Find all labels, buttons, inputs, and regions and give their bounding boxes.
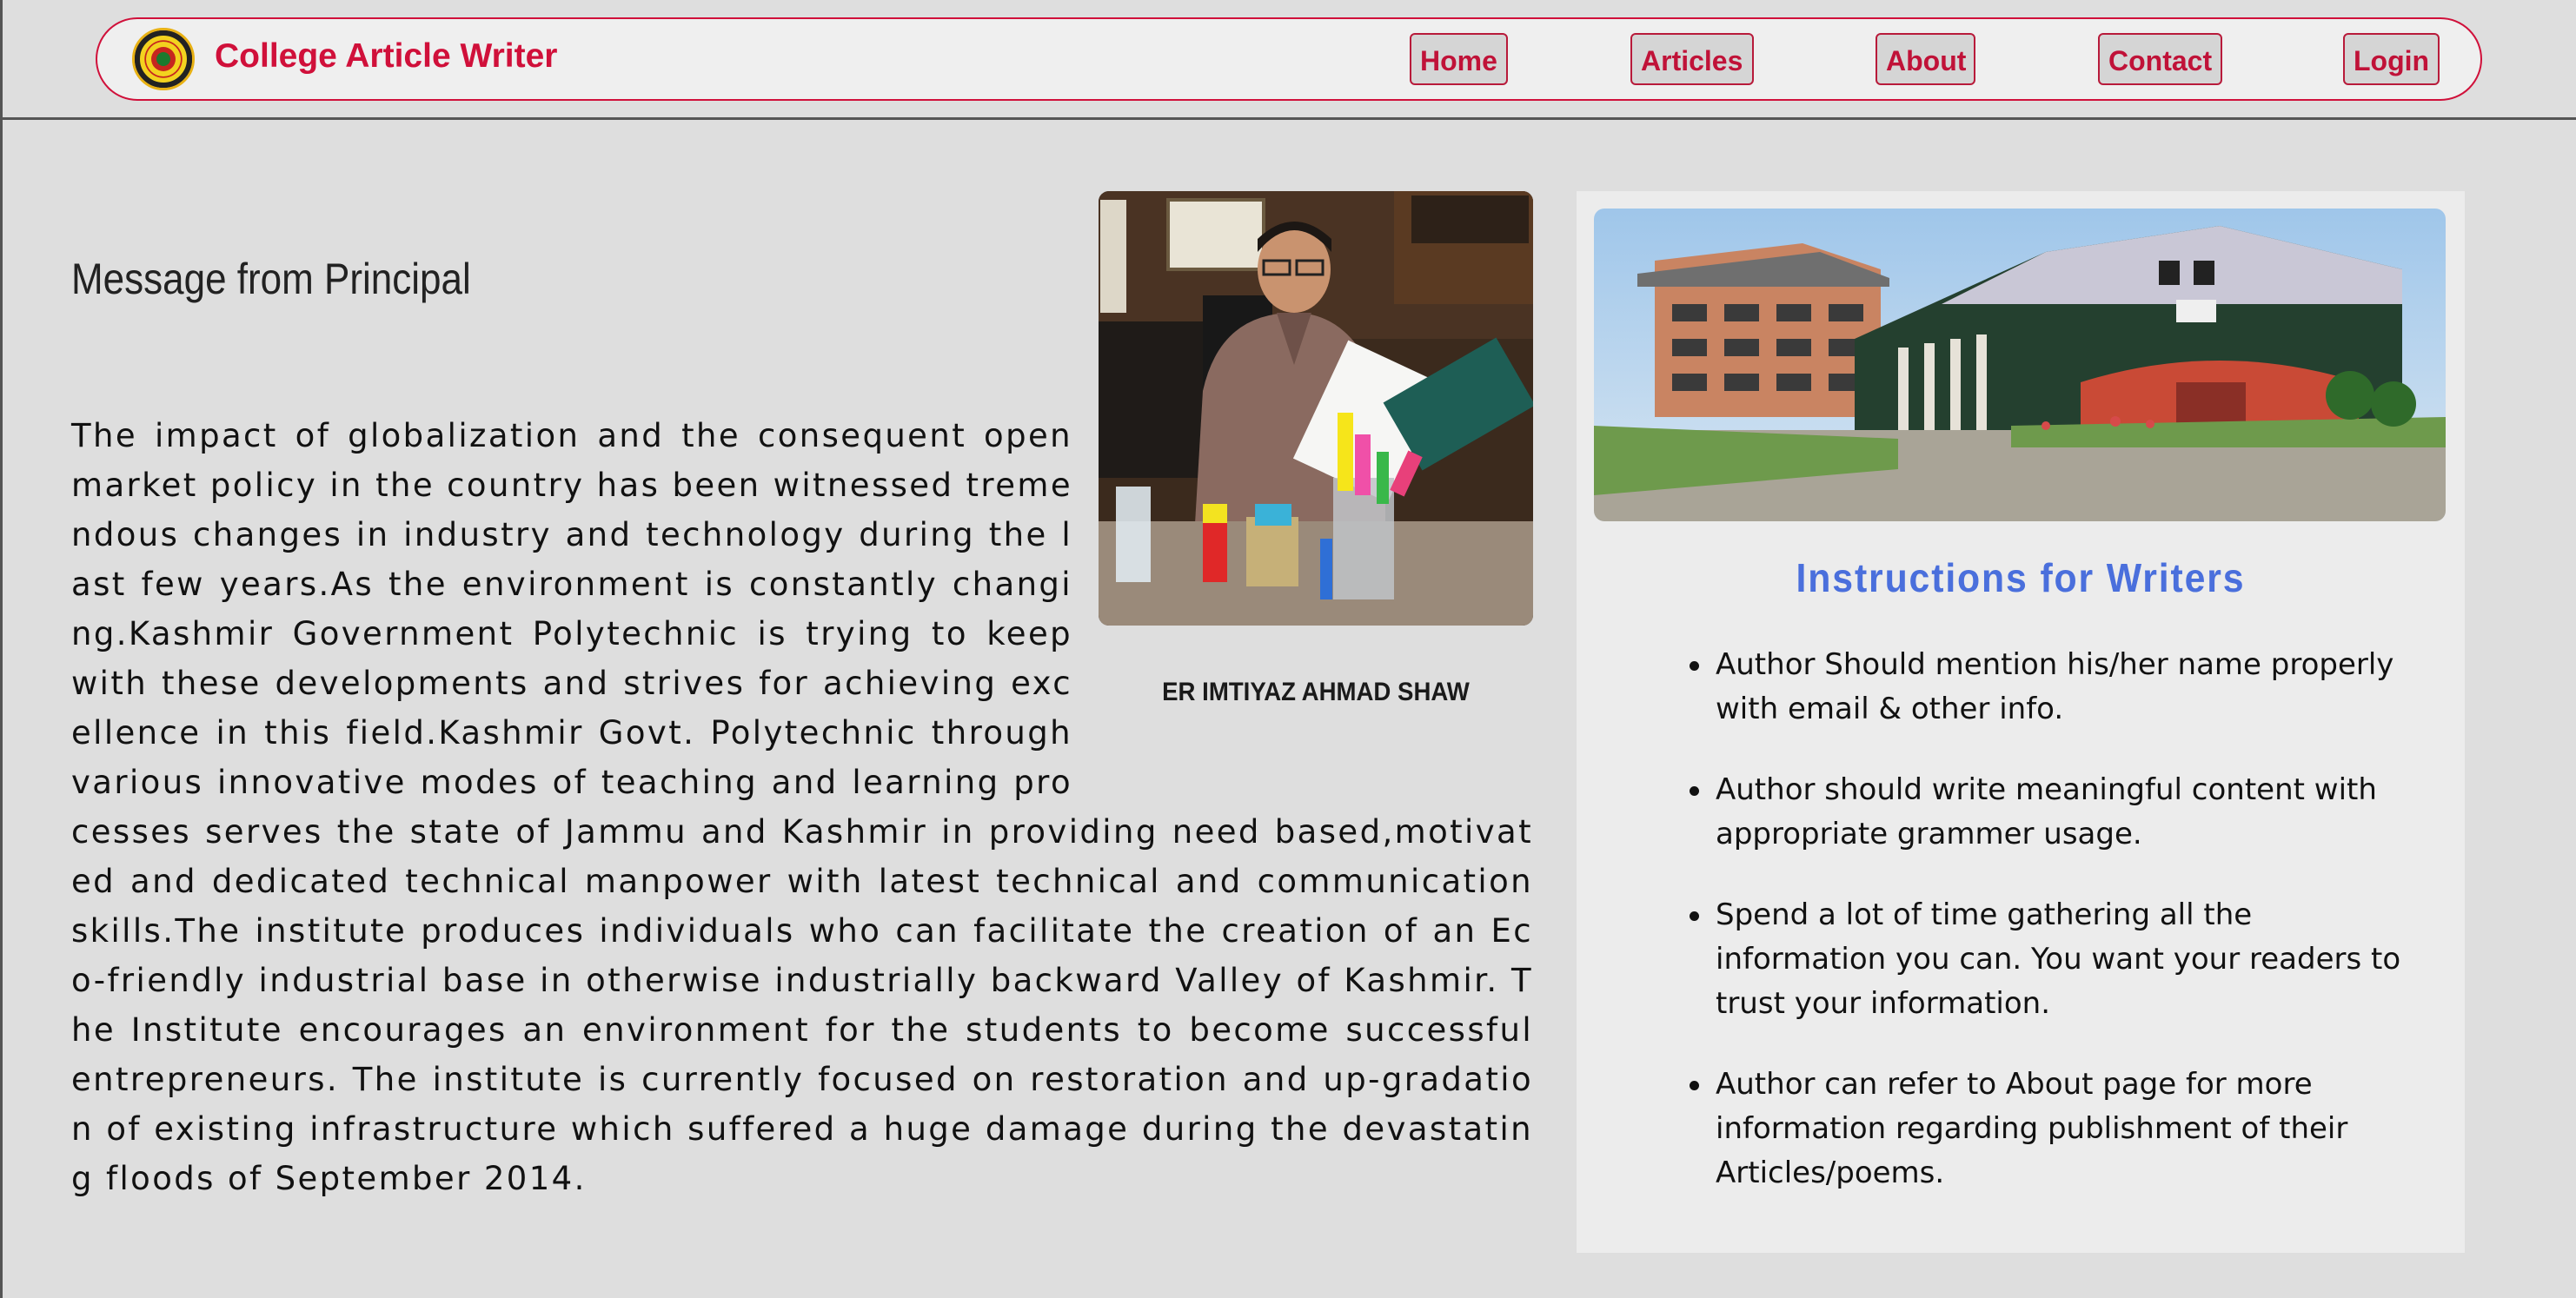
brand-title[interactable]: College Article Writer — [215, 37, 557, 76]
top-bar: College Article Writer Home Articles Abo… — [0, 0, 2576, 120]
college-building-photo — [1594, 209, 2446, 521]
nav-contact-button[interactable]: Contact — [2098, 33, 2222, 85]
instructions-panel: Instructions for Writers Author Should m… — [1577, 191, 2465, 1253]
nav-home-button[interactable]: Home — [1410, 33, 1508, 85]
instruction-item: Spend a lot of time gathering all the in… — [1690, 893, 2402, 1026]
photo-float-spacer — [1072, 411, 1533, 758]
instruction-item: Author Should mention his/her name prope… — [1690, 643, 2402, 732]
nav-articles-button[interactable]: Articles — [1630, 33, 1754, 85]
navbar: College Article Writer Home Articles Abo… — [96, 17, 2482, 101]
instructions-list: Author Should mention his/her name prope… — [1690, 643, 2402, 1232]
nav-about-button[interactable]: About — [1876, 33, 1975, 85]
nav-login-button[interactable]: Login — [2343, 33, 2440, 85]
instruction-item: Author should write meaningful content w… — [1690, 768, 2402, 857]
principal-section-heading: Message from Principal — [71, 255, 471, 303]
instructions-title: Instructions for Writers — [1796, 555, 2246, 600]
college-emblem-icon[interactable] — [132, 28, 195, 90]
instruction-item: Author can refer to About page for more … — [1690, 1063, 2402, 1195]
principal-message: The impact of globalization and the cons… — [71, 411, 1533, 1203]
